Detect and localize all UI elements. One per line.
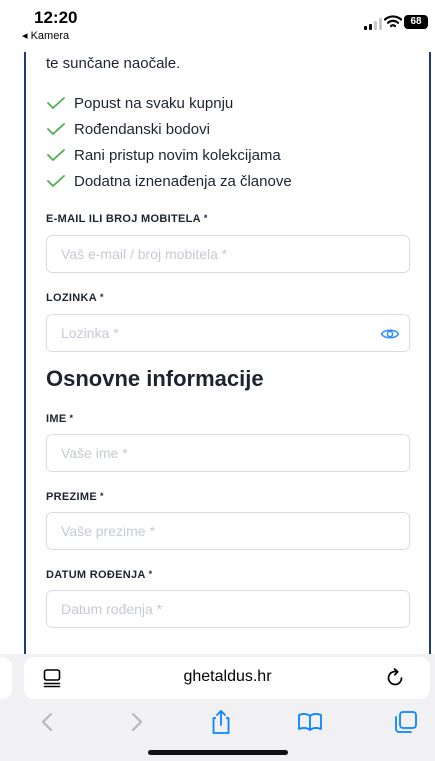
tabs-icon[interactable] — [392, 708, 420, 736]
check-icon — [47, 175, 65, 187]
check-icon — [47, 123, 65, 135]
birth-date-label-text: DATUM ROĐENJA — [46, 569, 146, 581]
list-item: Rani pristup novim kolekcijama — [46, 142, 292, 168]
first-name-label-text: IME — [46, 413, 67, 425]
required-mark: * — [148, 569, 153, 579]
benefit-text: Rođendanski bodovi — [74, 120, 210, 138]
email-field[interactable] — [46, 235, 410, 273]
signal-icon — [364, 18, 384, 30]
last-name-label: PREZIME * — [46, 491, 104, 503]
first-name-label: IME * — [46, 413, 73, 425]
book-icon[interactable] — [296, 708, 324, 736]
url-text[interactable]: ghetaldus.hr — [0, 668, 435, 686]
chevron-left-icon[interactable] — [34, 708, 62, 736]
back-to-app-link[interactable]: ◂ Kamera — [22, 29, 69, 42]
email-label: E-MAIL ILI BROJ MOBITELA * — [46, 213, 208, 225]
section-title: Osnovne informacije — [46, 366, 264, 391]
benefit-text: Popust na svaku kupnju — [74, 94, 234, 112]
reload-icon[interactable] — [384, 667, 406, 689]
status-time: 12:20 — [34, 8, 78, 27]
birth-date-label: DATUM ROĐENJA * — [46, 569, 152, 581]
status-bar: 12:20 ◂ Kamera 68 — [0, 0, 435, 52]
battery-indicator: 68 — [404, 15, 428, 29]
list-item: Popust na svaku kupnju — [46, 90, 292, 116]
benefit-text: Rani pristup novim kolekcijama — [74, 146, 281, 164]
first-name-field[interactable] — [46, 434, 410, 472]
password-label-text: LOZINKA — [46, 292, 97, 304]
home-indicator — [148, 750, 288, 755]
eye-icon[interactable] — [380, 324, 400, 344]
last-name-field[interactable] — [46, 512, 410, 550]
check-icon — [47, 149, 65, 161]
check-icon — [47, 97, 65, 109]
required-mark: * — [99, 292, 104, 302]
screen: 12:20 ◂ Kamera 68 te sunčane naočale. Po… — [0, 0, 435, 761]
required-mark: * — [69, 413, 74, 423]
email-label-text: E-MAIL ILI BROJ MOBITELA — [46, 213, 201, 225]
required-mark: * — [100, 491, 104, 501]
required-mark: * — [203, 213, 208, 223]
password-field[interactable] — [46, 314, 410, 352]
password-label: LOZINKA * — [46, 292, 104, 304]
wifi-icon — [384, 15, 402, 28]
list-item: Dodatna iznenađenja za članove — [46, 168, 292, 194]
intro-text: te sunčane naočale. — [46, 55, 181, 72]
share-icon[interactable] — [207, 708, 235, 736]
chevron-right-icon[interactable] — [122, 708, 150, 736]
benefit-text: Dodatna iznenađenja za članove — [74, 172, 292, 190]
list-item: Rođendanski bodovi — [46, 116, 292, 142]
benefits-list: Popust na svaku kupnju Rođendanski bodov… — [46, 90, 292, 194]
birth-date-field[interactable] — [46, 590, 410, 628]
last-name-label-text: PREZIME — [46, 491, 97, 503]
